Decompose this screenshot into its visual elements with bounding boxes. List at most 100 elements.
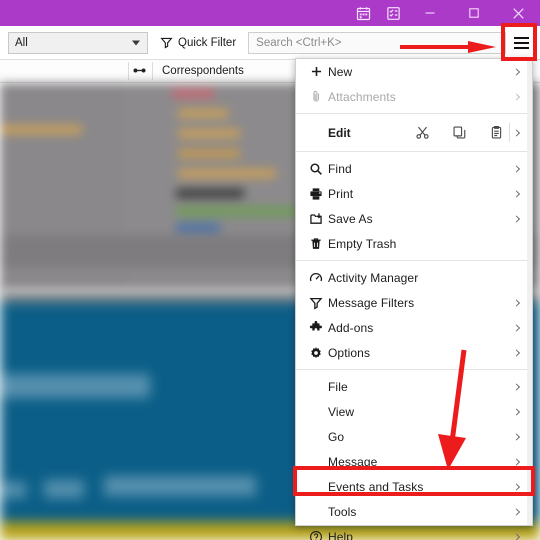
- menu-item-attachments[interactable]: Attachments: [296, 84, 532, 109]
- chevron-right-icon: [512, 323, 521, 332]
- menu-item-label: Message Filters: [328, 295, 415, 310]
- menu-separator: [296, 260, 532, 261]
- menu-item-options[interactable]: Options: [296, 340, 532, 365]
- thunderbird-window: All Quick Filter Search <Ctrl+K> Corresp…: [0, 0, 540, 540]
- menu-scrollbar[interactable]: [527, 59, 532, 525]
- pane-divider: [128, 83, 129, 243]
- scissors-icon[interactable]: [415, 125, 430, 140]
- menu-item-label: Empty Trash: [328, 236, 397, 251]
- menu-item-empty-trash[interactable]: Empty Trash: [296, 231, 532, 256]
- title-bar: [0, 0, 540, 26]
- app-menu-button[interactable]: [508, 30, 534, 56]
- chevron-right-icon: [512, 164, 521, 173]
- menu-item-find[interactable]: Find: [296, 156, 532, 181]
- menu-item-message-filters[interactable]: Message Filters: [296, 290, 532, 315]
- list-item: [178, 109, 228, 118]
- menu-item-new[interactable]: New: [296, 59, 532, 84]
- gear-icon: [304, 346, 328, 360]
- search-placeholder: Search <Ctrl+K>: [256, 36, 342, 49]
- chevron-right-icon: [512, 189, 521, 198]
- list-item: [178, 149, 240, 158]
- menu-item-view[interactable]: View: [296, 399, 532, 424]
- chevron-right-icon: [512, 507, 521, 516]
- menu-item-events-and-tasks[interactable]: Events and Tasks: [296, 474, 532, 499]
- menu-separator: [296, 369, 532, 370]
- chevron-right-icon: [512, 92, 521, 101]
- hamburger-line: [513, 37, 529, 39]
- printer-icon: [304, 187, 328, 201]
- plus-icon: [304, 65, 328, 78]
- list-item: [172, 89, 214, 98]
- quick-filter-label: Quick Filter: [178, 36, 237, 49]
- menu-item-label: Tools: [328, 504, 357, 519]
- chevron-right-icon: [512, 298, 521, 307]
- menu-item-label: Find: [328, 161, 352, 176]
- copy-icon[interactable]: [452, 125, 467, 140]
- menu-item-label: Edit: [328, 125, 351, 140]
- edit-divider: [509, 123, 510, 142]
- menu-item-add-ons[interactable]: Add-ons: [296, 315, 532, 340]
- clipboard-icon[interactable]: [489, 125, 504, 140]
- menu-item-tools[interactable]: Tools: [296, 499, 532, 524]
- chevron-right-icon: [512, 482, 521, 491]
- search-icon: [304, 162, 328, 176]
- calendar-icon[interactable]: [348, 0, 378, 26]
- menu-item-label: Options: [328, 345, 371, 360]
- folder-filter-select[interactable]: All: [8, 31, 148, 54]
- menu-item-file[interactable]: File: [296, 374, 532, 399]
- blurred-text: [0, 374, 150, 398]
- menu-item-label: Events and Tasks: [328, 479, 424, 494]
- edit-actions: [415, 118, 504, 147]
- folder-filter-value: All: [15, 36, 28, 49]
- list-item: [176, 223, 220, 232]
- blurred-text: [104, 476, 256, 496]
- quick-filter-button[interactable]: Quick Filter: [160, 36, 236, 49]
- list-item: [178, 129, 240, 138]
- paperclip-icon: [304, 90, 328, 103]
- menu-item-label: Print: [328, 186, 354, 201]
- tasks-icon[interactable]: [378, 0, 408, 26]
- menu-item-label: Attachments: [328, 89, 396, 104]
- list-item: [176, 189, 244, 198]
- minimize-button[interactable]: [408, 0, 452, 26]
- menu-item-label: Go: [328, 429, 345, 444]
- trash-icon: [304, 237, 328, 251]
- help-icon: [304, 530, 328, 540]
- menu-separator: [296, 151, 532, 152]
- chevron-right-icon: [512, 382, 521, 391]
- menu-item-label: Add-ons: [328, 320, 374, 335]
- thread-icon[interactable]: [133, 62, 146, 80]
- chevron-right-icon: [512, 348, 521, 357]
- menu-item-label: Save As: [328, 211, 373, 226]
- chevron-right-icon: [512, 407, 521, 416]
- chevron-right-icon: [512, 432, 521, 441]
- close-button[interactable]: [496, 0, 540, 26]
- menu-item-label: New: [328, 64, 353, 79]
- blurred-text: [44, 480, 84, 498]
- quick-filter-toolbar: All Quick Filter Search <Ctrl+K>: [0, 26, 540, 60]
- menu-item-label: Message: [328, 454, 378, 469]
- menu-item-label: Help: [328, 529, 354, 540]
- chevron-down-icon: [132, 40, 140, 45]
- menu-item-save-as[interactable]: Save As: [296, 206, 532, 231]
- gauge-icon: [304, 271, 328, 285]
- app-menu-popup: New Attachments Edit Find Print Save As …: [295, 58, 533, 540]
- menu-item-go[interactable]: Go: [296, 424, 532, 449]
- filter-icon: [304, 296, 328, 310]
- menu-item-message[interactable]: Message: [296, 449, 532, 474]
- maximize-button[interactable]: [452, 0, 496, 26]
- search-input[interactable]: Search <Ctrl+K>: [248, 31, 507, 54]
- list-item: [176, 207, 308, 216]
- menu-item-print[interactable]: Print: [296, 181, 532, 206]
- chevron-right-icon: [512, 67, 521, 76]
- chevron-right-icon: [512, 457, 521, 466]
- save-icon: [304, 212, 328, 226]
- chevron-right-icon: [512, 214, 521, 223]
- menu-item-edit[interactable]: Edit: [296, 118, 532, 147]
- menu-item-activity-manager[interactable]: Activity Manager: [296, 265, 532, 290]
- column-header-correspondents[interactable]: Correspondents: [162, 65, 244, 77]
- blurred-text: [0, 482, 26, 498]
- menu-item-help[interactable]: Help: [296, 524, 532, 540]
- column-divider: [128, 62, 129, 80]
- filter-icon: [160, 36, 173, 49]
